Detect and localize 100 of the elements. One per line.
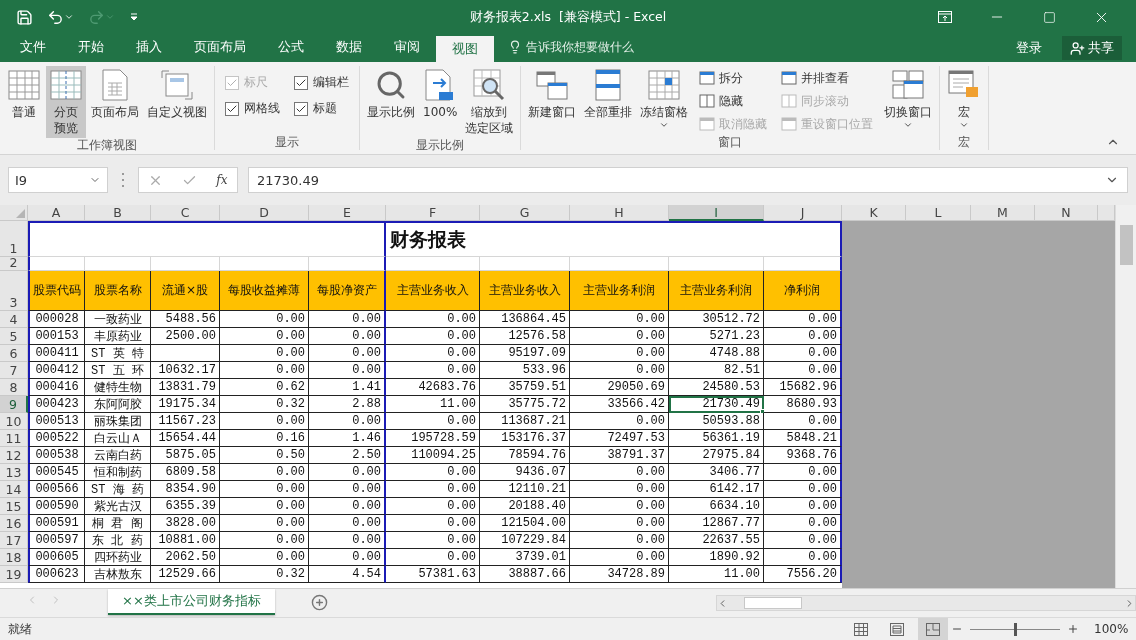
column-header[interactable]: J [764,205,842,221]
ribbon-button[interactable]: 并排查看 [779,68,876,88]
ribbon-tab[interactable]: 开始 [62,34,120,60]
select-all-triangle-icon[interactable] [16,209,25,218]
checkbox[interactable]: 标题 [294,100,349,117]
column-header[interactable]: B [85,205,151,221]
ribbon-button[interactable]: 宏 [944,66,985,132]
redo-icon[interactable] [88,8,105,26]
scrollbar-thumb[interactable] [744,597,802,609]
table-cell: 000416 [28,379,85,396]
ribbon-button[interactable]: 切换窗口 [881,66,936,132]
ribbon-button[interactable]: 自定义视图 [144,66,210,122]
column-header[interactable]: N [1035,205,1098,221]
row-header[interactable]: 1 [0,221,28,257]
row-header[interactable]: 10 [0,413,28,430]
checkbox[interactable]: 编辑栏 [294,74,349,91]
row-header[interactable]: 3 [0,271,28,311]
table-cell: 0.00 [764,311,842,328]
ribbon-tab[interactable]: 插入 [120,34,178,60]
column-header[interactable]: D [220,205,309,221]
column-heading-cell: 主营业务利润 [570,271,669,311]
caret-icon[interactable] [105,12,115,22]
tell-me-field[interactable]: 告诉我你想要做什么 [526,38,634,56]
column-header[interactable]: L [906,205,971,221]
ribbon-button[interactable]: 100% [420,66,461,122]
row-header[interactable]: 12 [0,447,28,464]
column-header[interactable]: A [28,205,85,221]
ribbon-tab[interactable]: 文件 [4,34,62,60]
ribbon-button[interactable]: 全部重排 [581,66,636,122]
table-cell: ST 英 特 [85,345,151,362]
maximize-icon[interactable] [1042,10,1056,24]
ribbon-tab[interactable]: 视图 [436,36,494,62]
row-header[interactable]: 4 [0,311,28,328]
undo-icon[interactable] [47,8,64,26]
share-button[interactable]: 共享 [1062,36,1122,60]
sign-in-link[interactable]: 登录 [1010,38,1048,58]
table-cell: 15654.44 [151,430,220,447]
ribbon-tab[interactable]: 公式 [262,34,320,60]
column-header[interactable]: G [480,205,570,221]
formula-field[interactable]: 21730.49 [248,167,1128,193]
table-cell: 0.00 [309,532,386,549]
table-cell: 0.00 [764,362,842,379]
row-header[interactable]: 19 [0,566,28,583]
caret-icon[interactable] [64,12,74,22]
ribbon-button[interactable]: 新建窗口 [525,66,580,122]
column-header[interactable]: F [386,205,480,221]
table-cell: 0.00 [309,345,386,362]
row-header[interactable]: 11 [0,430,28,447]
row-header[interactable]: 2 [0,257,28,271]
ribbon-tab[interactable]: 数据 [320,34,378,60]
table-cell: 0.00 [764,549,842,566]
column-header[interactable]: H [570,205,669,221]
view-button[interactable] [918,618,948,640]
row-header[interactable]: 7 [0,362,28,379]
zoom-level: 100% [1094,622,1128,636]
row-header[interactable]: 15 [0,498,28,515]
save-icon[interactable] [16,8,33,26]
column-header[interactable]: K [842,205,906,221]
sheet-tab[interactable]: ××类上市公司财务指标 [108,589,275,615]
ribbon-button[interactable]: 冻结窗格 [637,66,692,132]
table-cell: 10881.00 [151,532,220,549]
ribbon-options-icon[interactable] [938,11,952,23]
row-header[interactable]: 8 [0,379,28,396]
add-sheet-icon[interactable] [310,593,328,611]
table-cell: 113687.21 [480,413,570,430]
row-header[interactable]: 6 [0,345,28,362]
ribbon-tab[interactable]: 审阅 [378,34,436,60]
customize-caret-icon[interactable] [129,12,139,22]
ribbon-button[interactable]: 显示比例 [364,66,418,122]
row-header[interactable]: 13 [0,464,28,481]
ribbon-button[interactable]: 拆分 [697,68,770,88]
column-header[interactable]: E [309,205,386,221]
row-header[interactable]: 9 [0,396,28,413]
horizontal-scrollbar[interactable] [716,595,1136,611]
ribbon-button[interactable]: 页面布局 [88,66,142,122]
ribbon-button[interactable]: 缩放到 选定区域 [462,66,517,138]
column-header[interactable]: I [669,205,764,221]
table-cell: 10632.17 [151,362,220,379]
table-cell: 000538 [28,447,85,464]
checkbox[interactable]: 网格线 [225,100,280,117]
vertical-scrollbar[interactable] [1115,205,1136,588]
ribbon-button[interactable]: 普通 [4,66,44,122]
ribbon-button[interactable]: 分页 预览 [46,66,86,138]
table-cell: 0.00 [309,498,386,515]
status-text: 就绪 [8,620,32,638]
ribbon-tab[interactable]: 页面布局 [178,34,262,60]
row-header[interactable]: 16 [0,515,28,532]
table-cell: 110094.25 [386,447,480,464]
ribbon-button[interactable]: 隐藏 [697,91,770,111]
zoom-in-icon[interactable] [1067,623,1079,635]
row-header[interactable]: 18 [0,549,28,566]
insert-function-button[interactable]: fx [216,173,228,187]
column-header[interactable]: M [971,205,1035,221]
row-header[interactable]: 5 [0,328,28,345]
name-box[interactable]: I9 [8,167,108,193]
page-grid-icon [49,68,83,102]
row-header[interactable]: 14 [0,481,28,498]
table-cell: 0.00 [386,481,480,498]
column-header[interactable]: C [151,205,220,221]
row-header[interactable]: 17 [0,532,28,549]
